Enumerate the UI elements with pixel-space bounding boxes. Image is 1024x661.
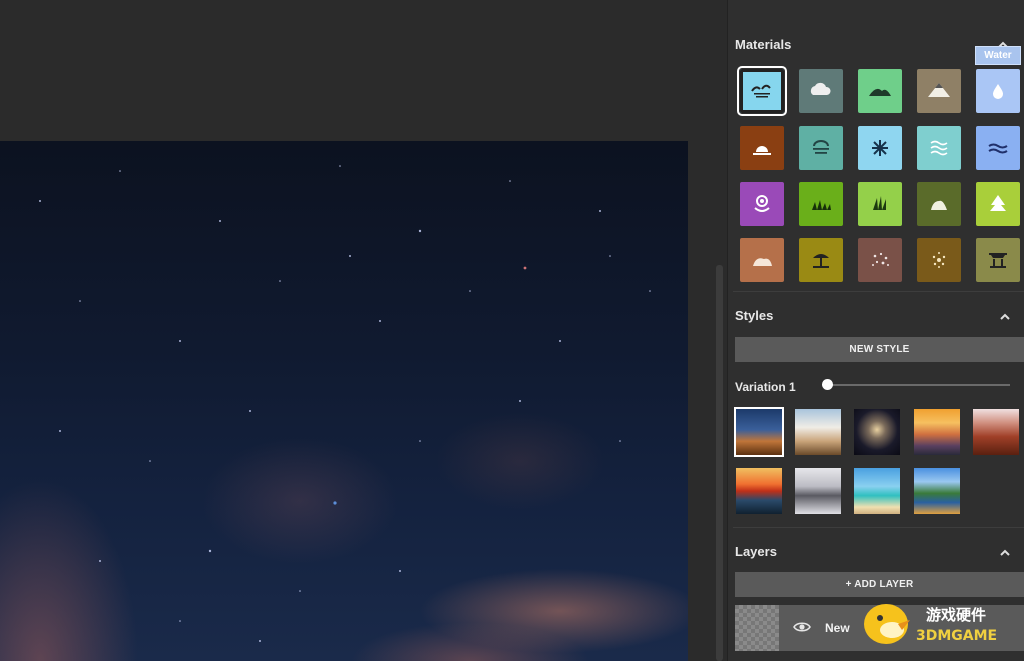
material-tile-sand[interactable] [799,238,843,282]
material-tile-lake[interactable] [976,126,1020,170]
building-icon [989,253,1007,268]
dirt-icon [753,258,772,266]
drop-icon [993,84,1003,99]
material-tile-stone[interactable] [917,238,961,282]
tree-icon [990,195,1006,211]
style-thumbnail-red-rocks[interactable] [973,409,1019,455]
fog-icon [813,140,829,154]
material-tooltip: Water [975,46,1021,65]
material-tile-grass[interactable] [799,182,843,226]
material-tile-building[interactable] [976,238,1020,282]
material-tile-sunset[interactable] [740,126,784,170]
sea-icon [751,84,771,98]
mountain-icon [928,83,950,97]
variation-label: Variation 1 [735,380,796,394]
material-tile-fog[interactable] [799,126,843,170]
material-tile-mountain[interactable] [917,69,961,113]
style-thumbnail-tropical-beach[interactable] [854,468,900,514]
watermark-logo: 游戏硬件 3DMGAME [864,604,997,644]
materials-title: Materials [735,37,792,52]
styles-title: Styles [735,308,774,323]
variation-slider-track[interactable] [826,384,1010,386]
star-field [39,165,651,642]
grass-icon [812,200,831,210]
style-thumbnail-snowy-peaks[interactable] [795,468,841,514]
add-layer-button[interactable]: + ADD LAYER [735,572,1024,597]
side-panel: Materials Water Styles NEW STYLE Variati… [727,0,1024,661]
wave-icon [988,143,1008,154]
watermark-cn: 游戏硬件 [926,606,986,624]
style-thumbnail-starry-arch[interactable] [854,409,900,455]
material-tile-hill[interactable] [858,69,902,113]
gravel-icon [872,252,889,266]
material-tile-snow[interactable] [858,126,902,170]
beach-icon [813,254,829,268]
canvas-scrollbar[interactable] [716,265,723,661]
cloud-icon [810,82,831,95]
material-tile-river[interactable] [917,126,961,170]
flower-icon [754,195,770,212]
plant-icon [873,196,886,210]
style-thumbnail-cloudy-cliffs[interactable] [795,409,841,455]
hill-icon [869,88,891,96]
style-thumbnail-mountain-lake[interactable] [914,468,960,514]
canvas-image[interactable] [0,141,688,661]
style-thumbnail-night-desert[interactable] [734,407,784,457]
material-tile-tree[interactable] [976,182,1020,226]
chevron-up-icon[interactable] [998,310,1012,324]
layer-name[interactable]: New [825,621,850,635]
workspace [0,0,726,661]
material-tile-plant[interactable] [858,182,902,226]
layers-title: Layers [735,544,777,559]
material-tile-gravel[interactable] [858,238,902,282]
watermark-en: 3DMGAME [916,628,997,644]
new-style-button[interactable]: NEW STYLE [735,337,1024,362]
material-tile-water[interactable] [976,69,1020,113]
divider [733,291,1024,292]
style-thumbnail-sunset-sea[interactable] [736,468,782,514]
material-tile-dirt[interactable] [740,238,784,282]
sunset-icon [753,146,771,155]
variation-slider-thumb[interactable] [822,379,833,390]
material-tile-rock[interactable] [917,182,961,226]
stone-icon [932,252,946,268]
style-thumbnail-sunset-valley[interactable] [914,409,960,455]
material-tile-sea[interactable] [737,66,787,116]
layer-thumbnail [735,605,779,651]
snowflake-icon [872,140,888,156]
wave-lines-icon [930,140,948,156]
material-tile-cloud[interactable] [799,69,843,113]
chevron-up-icon[interactable] [998,546,1012,560]
rock-icon [931,200,947,210]
eye-icon[interactable] [793,620,811,634]
divider [733,527,1024,528]
material-tile-flower[interactable] [740,182,784,226]
